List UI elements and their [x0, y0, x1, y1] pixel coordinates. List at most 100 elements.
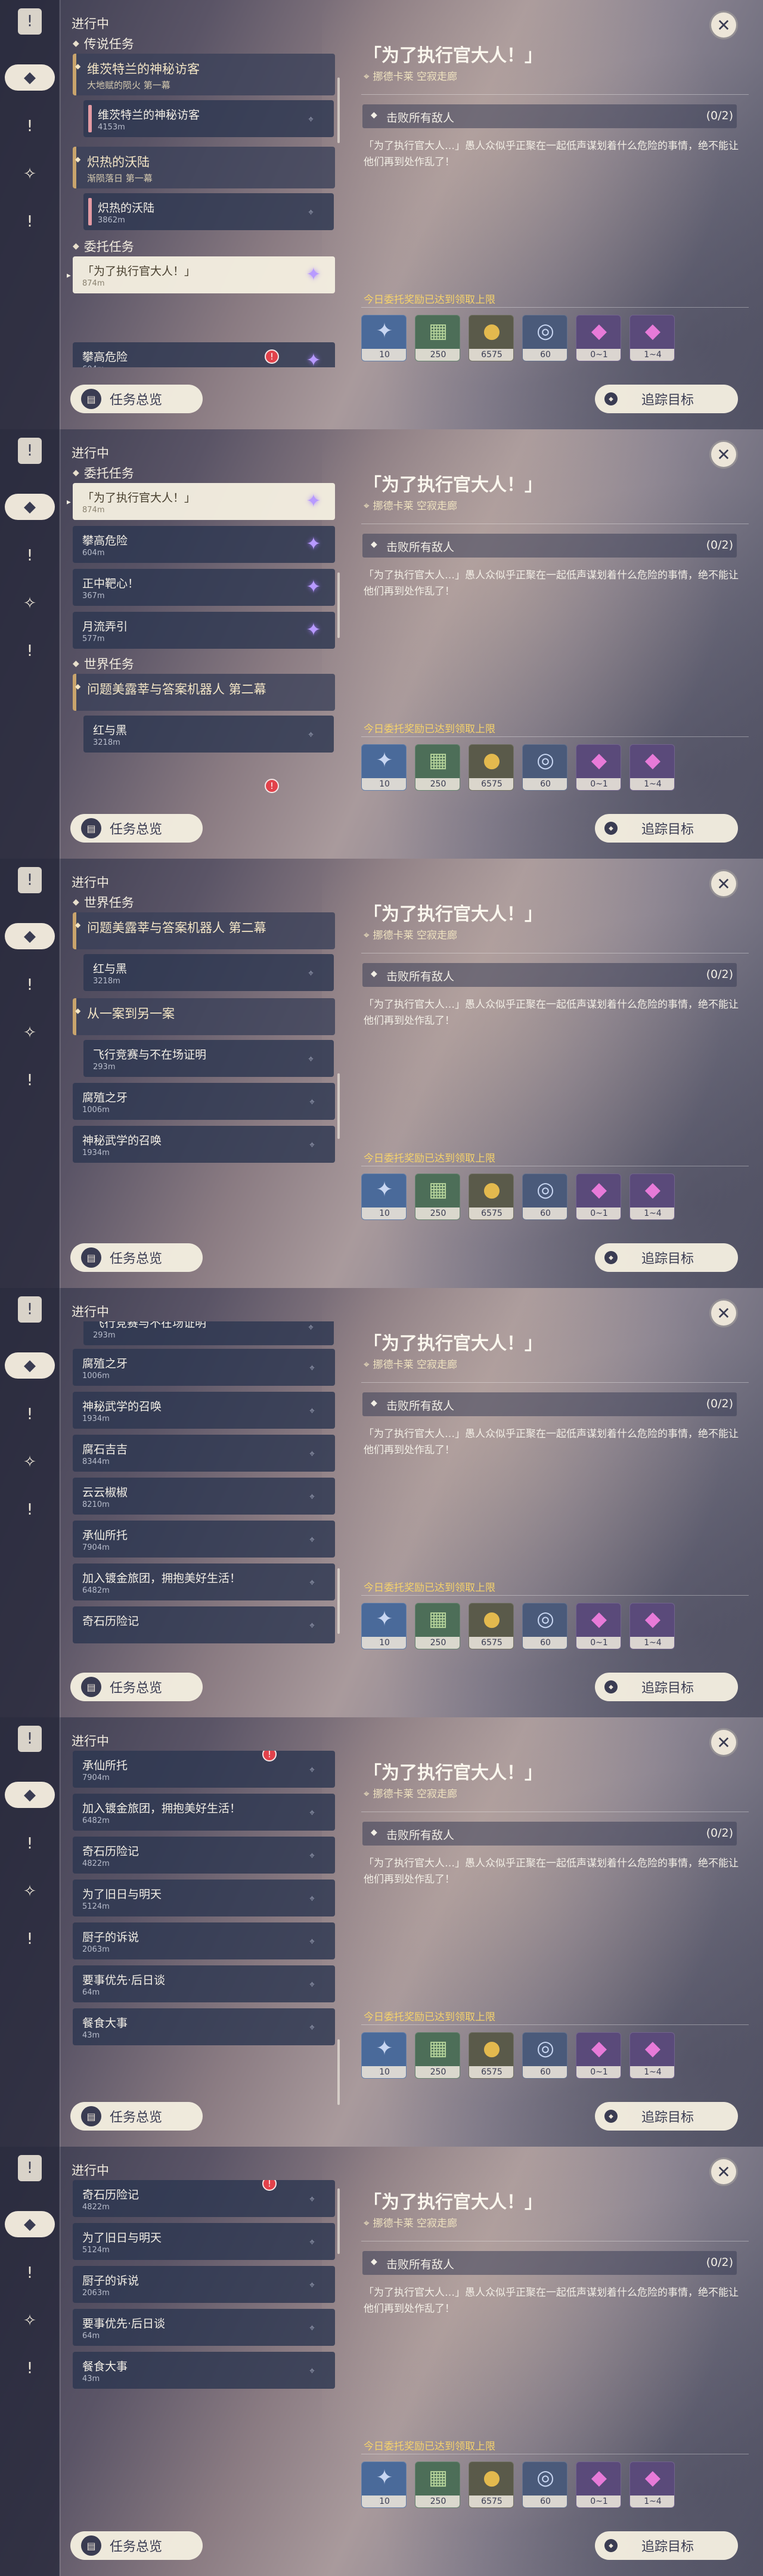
quest-item[interactable]: 为了旧日与明天 5124m ⌖ [73, 1880, 335, 1916]
quest-list[interactable]: 承仙所托 7904m ⌖ 加入镀金旅团，拥抱美好生活！ 6482m ⌖ 奇石历险记 4822m… [67, 1751, 338, 2085]
nav-archon-icon[interactable]: ✧ [17, 590, 43, 617]
quest-item[interactable]: 厨子的诉说 2063m ⌖ [73, 1922, 335, 1959]
reward-adventure-exp[interactable]: ▦ 250 [415, 2032, 460, 2079]
reward-mora[interactable]: ● 6575 [469, 315, 514, 361]
reward-companionship[interactable]: ◎ 60 [522, 315, 567, 361]
quest-item[interactable]: 为了旧日与明天 5124m ⌖ [73, 2223, 335, 2260]
quest-overview-button[interactable]: ▤ 任务总览 [70, 814, 203, 843]
nav-exclamation-icon[interactable]: ! [17, 2260, 43, 2286]
list-scrollbar[interactable] [337, 78, 340, 143]
track-target-button[interactable]: ◆ 追踪目标 [595, 814, 738, 843]
quest-list[interactable]: 奇石历险记 4822m ⌖ 为了旧日与明天 5124m ⌖ 厨子的诉说 2063m ⌖ 要事优先·… [67, 2180, 338, 2514]
nav-commission-icon[interactable]: ◆ [5, 64, 55, 91]
quest-item[interactable]: 炽热的沃陆 3862m ⌖ [83, 193, 334, 230]
reward-companionship[interactable]: ◎ 60 [522, 2032, 567, 2079]
reward-exp-book[interactable]: ✦ 10 [361, 315, 407, 361]
reward-crystal-large[interactable]: ◆ 1~4 [629, 744, 675, 791]
nav-quest-book-icon[interactable]: ! [18, 1726, 42, 1752]
quest-item[interactable]: 奇石历险记 4822m ⌖ [73, 2180, 335, 2217]
quest-item[interactable]: 承仙所托 7904m ⌖ [73, 1751, 335, 1788]
nav-archon-icon[interactable]: ✧ [17, 1449, 43, 1475]
quest-item-selected[interactable]: ▶ 「为了执行官大人！」 874m ✦ [67, 483, 335, 520]
reward-crystal-small[interactable]: ◆ 0~1 [576, 744, 621, 791]
nav-quest-book-icon[interactable]: ! [18, 438, 42, 464]
nav-exclamation-icon[interactable]: ! [17, 1401, 43, 1428]
reward-crystal-small[interactable]: ◆ 0~1 [576, 315, 621, 361]
track-target-button[interactable]: ◆ 追踪目标 [595, 2102, 738, 2131]
list-scrollbar[interactable] [337, 2039, 340, 2105]
quest-item[interactable]: 飞行竞赛与不在场证明 293m ⌖ [83, 1321, 334, 1345]
quest-overview-button[interactable]: ▤ 任务总览 [70, 1673, 203, 1701]
close-button[interactable]: ✕ [709, 11, 738, 39]
quest-list[interactable]: ◆ 世界任务 ◆ 问题美露莘与答案机器人 第二幕 红与黑 3218m ⌖ ◆ 从一案到另一案 飞行… [67, 892, 338, 1226]
reward-mora[interactable]: ● 6575 [469, 1174, 514, 1220]
track-target-button[interactable]: ◆ 追踪目标 [595, 1243, 738, 1272]
quest-list[interactable]: ◆ 委托任务 ▶ 「为了执行官大人！」 874m ✦ 攀高危险 604m ✦ 正中靶心！ 367m ✦… [67, 463, 338, 797]
quest-chapter[interactable]: ◆ 问题美露莘与答案机器人 第二幕 [73, 912, 335, 949]
quest-chapter[interactable]: ◆ 问题美露莘与答案机器人 第二幕 [73, 674, 335, 711]
quest-item[interactable]: 红与黑 3218m ⌖ [83, 716, 334, 753]
nav-exclamation-icon[interactable]: ! [17, 2355, 43, 2382]
reward-crystal-large[interactable]: ◆ 1~4 [629, 1603, 675, 1649]
nav-exclamation-icon[interactable]: ! [17, 1497, 43, 1523]
reward-exp-book[interactable]: ✦ 10 [361, 2032, 407, 2079]
reward-crystal-large[interactable]: ◆ 1~4 [629, 2032, 675, 2079]
nav-quest-book-icon[interactable]: ! [18, 2155, 42, 2181]
nav-quest-book-icon[interactable]: ! [18, 1296, 42, 1323]
quest-item[interactable]: 加入镀金旅团，拥抱美好生活！ 6482m ⌖ [73, 1794, 335, 1831]
quest-list[interactable]: 飞行竞赛与不在场证明 293m ⌖ 腐殖之牙 1006m ⌖ 神秘武学的召唤 1934m ⌖ 腐石… [67, 1321, 338, 1655]
nav-commission-icon[interactable]: ◆ [5, 1352, 55, 1379]
nav-quest-book-icon[interactable]: ! [18, 8, 42, 35]
nav-quest-book-icon[interactable]: ! [18, 867, 42, 893]
nav-commission-icon[interactable]: ◆ [5, 2211, 55, 2237]
quest-item[interactable]: 餐食大事 43m ⌖ [73, 2352, 335, 2389]
nav-archon-icon[interactable]: ✧ [17, 2308, 43, 2334]
list-scrollbar[interactable] [337, 2188, 340, 2254]
reward-adventure-exp[interactable]: ▦ 250 [415, 1603, 460, 1649]
reward-adventure-exp[interactable]: ▦ 250 [415, 1174, 460, 1220]
reward-mora[interactable]: ● 6575 [469, 2462, 514, 2508]
quest-item[interactable]: 奇石历险记 ⌖ [73, 1606, 335, 1643]
quest-item[interactable]: 要事优先·后日谈 64m ⌖ [73, 2309, 335, 2346]
nav-archon-icon[interactable]: ✧ [17, 1878, 43, 1905]
quest-item[interactable]: 神秘武学的召唤 1934m ⌖ [73, 1392, 335, 1429]
quest-item[interactable]: 腐殖之牙 1006m ⌖ [73, 1349, 335, 1386]
quest-overview-button[interactable]: ▤ 任务总览 [70, 385, 203, 413]
reward-exp-book[interactable]: ✦ 10 [361, 2462, 407, 2508]
nav-exclamation-icon[interactable]: ! [17, 972, 43, 998]
quest-chapter[interactable]: ◆ 从一案到另一案 [73, 998, 335, 1035]
reward-companionship[interactable]: ◎ 60 [522, 2462, 567, 2508]
nav-exclamation-icon[interactable]: ! [17, 543, 43, 569]
quest-item[interactable]: 要事优先·后日谈 64m ⌖ [73, 1965, 335, 2002]
reward-crystal-small[interactable]: ◆ 0~1 [576, 2462, 621, 2508]
reward-crystal-large[interactable]: ◆ 1~4 [629, 1174, 675, 1220]
quest-chapter[interactable]: ◆ 炽热的沃陆 渐陨落日 第一幕 [73, 147, 335, 188]
close-button[interactable]: ✕ [709, 2157, 738, 2186]
reward-companionship[interactable]: ◎ 60 [522, 1174, 567, 1220]
quest-item[interactable]: 维茨特兰的神秘访客 4153m ⌖ [83, 100, 334, 137]
quest-item[interactable]: 奇石历险记 4822m ⌖ [73, 1837, 335, 1874]
list-scrollbar[interactable] [337, 572, 340, 638]
quest-item[interactable]: 云云椒椒 8210m ⌖ [73, 1478, 335, 1515]
nav-commission-icon[interactable]: ◆ [5, 923, 55, 949]
quest-item[interactable]: 餐食大事 43m ⌖ [73, 2008, 335, 2045]
quest-item[interactable]: 腐石吉吉 8344m ⌖ [73, 1435, 335, 1472]
quest-item[interactable]: 神秘武学的召唤 1934m ⌖ [73, 1126, 335, 1163]
reward-crystal-small[interactable]: ◆ 0~1 [576, 1174, 621, 1220]
reward-crystal-large[interactable]: ◆ 1~4 [629, 2462, 675, 2508]
reward-crystal-small[interactable]: ◆ 0~1 [576, 2032, 621, 2079]
quest-item[interactable]: 攀高危险604m ✦ [73, 342, 335, 367]
reward-mora[interactable]: ● 6575 [469, 1603, 514, 1649]
track-target-button[interactable]: ◆ 追踪目标 [595, 2531, 738, 2560]
quest-item-selected[interactable]: ▶ 「为了执行官大人！」 874m ✦ [67, 256, 335, 293]
close-button[interactable]: ✕ [709, 869, 738, 898]
quest-list[interactable]: ◆ 传说任务 ◆ 维茨特兰的神秘访客 大地赋的陨火 第一幕 维茨特兰的神秘访客 4153m ⌖… [67, 33, 338, 367]
track-target-button[interactable]: ◆ 追踪目标 [595, 385, 738, 413]
reward-exp-book[interactable]: ✦ 10 [361, 1174, 407, 1220]
quest-overview-button[interactable]: ▤ 任务总览 [70, 2102, 203, 2131]
nav-exclamation-icon[interactable]: ! [17, 1926, 43, 1952]
quest-item[interactable]: 红与黑 3218m ⌖ [83, 954, 334, 991]
track-target-button[interactable]: ◆ 追踪目标 [595, 1673, 738, 1701]
reward-companionship[interactable]: ◎ 60 [522, 744, 567, 791]
close-button[interactable]: ✕ [709, 1299, 738, 1327]
